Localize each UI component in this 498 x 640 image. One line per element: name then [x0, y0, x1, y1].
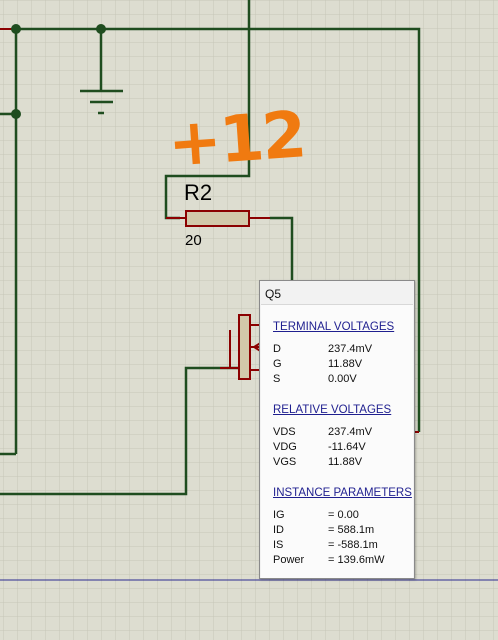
row-value: 11.88V: [328, 456, 363, 468]
handwritten-annotation: +12: [165, 98, 308, 182]
terminal-voltage-row: S 0.00V: [273, 373, 413, 387]
row-key: IG: [273, 509, 285, 521]
row-key: IS: [273, 539, 284, 551]
row-key: ID: [273, 524, 284, 536]
wire-junction: [11, 109, 21, 119]
relative-voltage-row: VGS 11.88V: [273, 456, 413, 470]
instance-parameter-row: ID = 588.1m: [273, 524, 413, 538]
row-key: VGS: [273, 456, 297, 468]
instance-parameter-row: IS = -588.1m: [273, 539, 413, 553]
row-value: 11.88V: [328, 358, 363, 370]
relative-voltage-row: VDS 237.4mV: [273, 426, 413, 440]
component-info-popup[interactable]: Q5 TERMINAL VOLTAGES D 237.4mV G 11.88V …: [259, 280, 415, 579]
schematic-canvas[interactable]: [0, 0, 498, 640]
row-value: = 139.6mW: [328, 554, 385, 566]
row-key: Power: [273, 554, 305, 566]
terminal-voltage-row: D 237.4mV: [273, 343, 413, 357]
row-key: G: [273, 358, 282, 370]
row-key: D: [273, 343, 281, 355]
row-key: VDG: [273, 441, 297, 453]
wire-junction: [96, 24, 106, 34]
row-value: = -588.1m: [328, 539, 378, 551]
resistor-name-label: R2: [184, 180, 213, 205]
row-value: = 0.00: [328, 509, 359, 521]
row-value: 237.4mV: [328, 426, 373, 438]
resistor-value-label: 20: [185, 232, 202, 249]
popup-title: Q5: [265, 287, 282, 301]
instance-parameter-row: IG = 0.00: [273, 509, 413, 523]
row-value: -11.64V: [328, 441, 366, 453]
terminal-voltages-heading: TERMINAL VOLTAGES: [273, 321, 395, 333]
row-value: = 588.1m: [328, 524, 375, 536]
row-value: 0.00V: [328, 373, 357, 385]
instance-parameter-row: Power = 139.6mW: [273, 554, 413, 568]
row-value: 237.4mV: [328, 343, 373, 355]
row-key: VDS: [273, 426, 296, 438]
row-key: S: [273, 373, 281, 385]
relative-voltage-row: VDG -11.64V: [273, 441, 413, 455]
instance-parameters-heading: INSTANCE PARAMETERS: [273, 487, 412, 499]
wire-junction: [11, 24, 21, 34]
popup-body: TERMINAL VOLTAGES D 237.4mV G 11.88V S 0…: [261, 304, 413, 578]
terminal-voltage-row: G 11.88V: [273, 358, 413, 372]
relative-voltages-heading: RELATIVE VOLTAGES: [273, 404, 392, 416]
